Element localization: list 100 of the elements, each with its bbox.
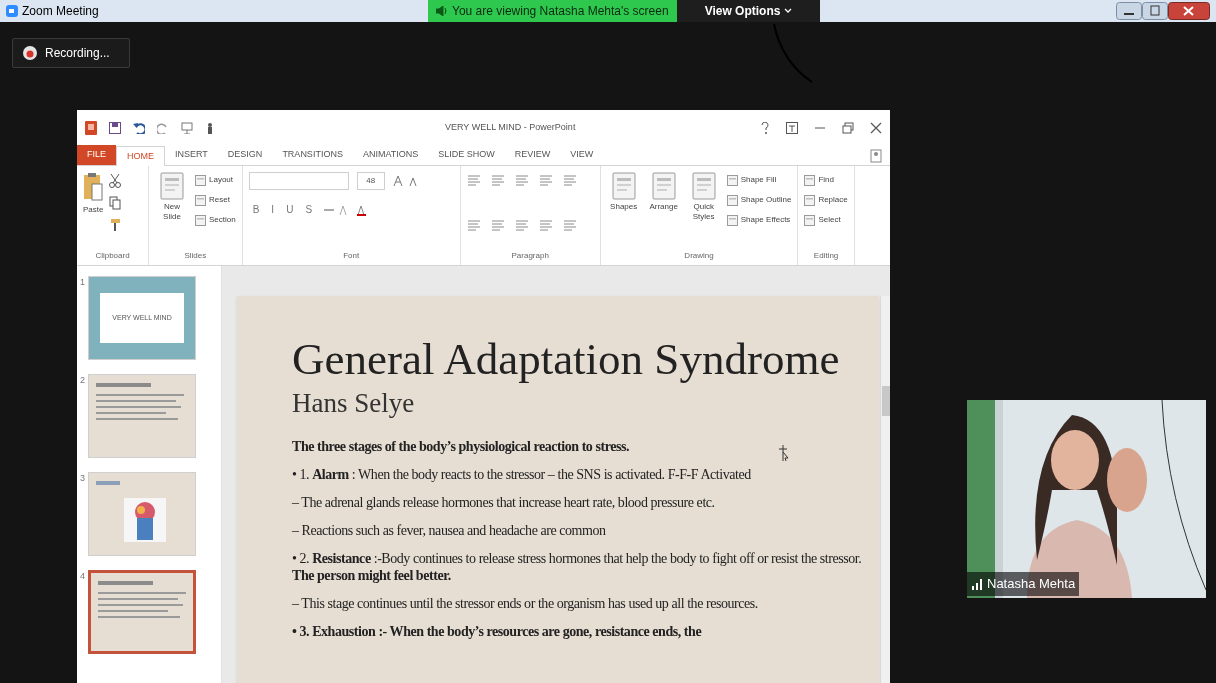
justify-icon[interactable] [538, 219, 553, 231]
ribbon-button[interactable]: Replace [804, 194, 848, 206]
minimize-icon[interactable] [1116, 2, 1142, 20]
format-button[interactable]: U [286, 202, 294, 217]
slide-number: 4 [80, 570, 85, 583]
ribbon-button[interactable]: Quick Styles [686, 172, 721, 250]
document-icon [159, 172, 185, 200]
slide-paragraph: • 2. Resistance :-Body continues to release stress hormones that help the body to fight off or resist the stressor. The person might feel better. [292, 550, 863, 584]
zoom-app-icon [6, 5, 18, 17]
ribbon-button[interactable]: Shape Effects [726, 214, 792, 226]
document-icon [804, 194, 816, 206]
slide-number: 1 [80, 276, 85, 289]
window-title: Zoom Meeting [22, 3, 99, 20]
line-spacing-icon[interactable] [562, 174, 577, 186]
ribbon-tab[interactable]: HOME [116, 146, 165, 166]
cursor-icon [777, 444, 789, 462]
document-icon [690, 172, 717, 200]
slide-paragraph: – The adrenal glands release hormones that increase heart rate, blood pressure etc. [292, 494, 715, 511]
paste-button[interactable]: Paste [83, 172, 104, 250]
ribbon-tab[interactable]: FILE [77, 145, 116, 165]
font-size-field[interactable]: 48 [356, 172, 385, 190]
save-icon[interactable] [109, 122, 121, 134]
document-icon [726, 174, 738, 186]
ribbon-button[interactable]: Layout [195, 174, 236, 186]
format-button[interactable]: I [271, 202, 275, 217]
ribbon-tab[interactable]: INSERT [165, 145, 218, 165]
ribbon-tab[interactable]: VIEW [560, 145, 604, 165]
close-icon[interactable] [870, 122, 882, 134]
ribbon-button[interactable]: Shapes [606, 172, 641, 250]
ribbon-button[interactable]: Select [804, 214, 848, 226]
group-label: Drawing [683, 250, 715, 262]
slide-subtitle: Hans Selye [292, 387, 416, 420]
ribbon-button[interactable]: Shape Outline [726, 194, 792, 206]
ribbon-button[interactable]: Section [195, 214, 236, 226]
document-icon [610, 172, 637, 200]
ribbon-tab[interactable]: REVIEW [504, 145, 561, 165]
numbering-icon[interactable] [490, 174, 505, 186]
banner-text: You are viewing Natasha Mehta's screen [452, 3, 669, 20]
document-icon [650, 172, 677, 200]
presenter-icon[interactable] [181, 122, 193, 134]
ribbon-options-icon[interactable] [786, 122, 798, 134]
group-label: Editing [812, 250, 840, 262]
slide-number: 2 [80, 374, 85, 387]
columns-icon[interactable] [562, 219, 577, 231]
increase-indent-icon[interactable] [538, 174, 553, 186]
close-icon[interactable] [1168, 2, 1210, 20]
ribbon-tab[interactable]: ANIMATIONS [352, 145, 429, 165]
document-icon [804, 214, 816, 226]
align-left-icon[interactable] [466, 219, 481, 231]
center-icon[interactable] [490, 219, 505, 231]
format-button[interactable]: B [252, 202, 260, 217]
powerpoint-icon [85, 121, 97, 135]
ribbon-button[interactable]: Find [804, 174, 848, 186]
slide-paragraph: – This stage continues until the stressor ends or the organism has used up all the resources. [292, 595, 758, 612]
format-button[interactable]: S [305, 202, 313, 217]
ribbon-button[interactable]: New Slide [155, 172, 189, 250]
group-label: Clipboard [94, 250, 131, 262]
record-icon [23, 46, 37, 60]
document-icon [195, 194, 206, 206]
ribbon-button[interactable]: Reset [195, 194, 236, 206]
document-icon [726, 194, 738, 206]
bullets-icon[interactable] [466, 174, 481, 186]
slide-paragraph: • 3. Exhaustion :- When the body’s resources are gone, resistance ends, the [292, 623, 702, 640]
group-label: Font [342, 250, 361, 262]
participant-name: Natasha Mehta [987, 575, 1076, 594]
document-title: VERY WELL MIND - PowerPoint [445, 121, 576, 135]
ribbon-tab[interactable]: SLIDE SHOW [428, 145, 505, 165]
group-label: Slides [183, 250, 208, 262]
slide-title: General Adaptation Syndrome [292, 334, 841, 384]
speaker-icon [436, 6, 448, 16]
slide-thumbnail[interactable] [88, 570, 196, 654]
restore-icon[interactable] [842, 122, 854, 134]
redo-icon[interactable] [157, 122, 169, 134]
document-icon [804, 174, 816, 186]
view-options-button[interactable]: View Options [676, 0, 821, 22]
group-label: Paragraph [510, 250, 550, 262]
scrollbar-thumb[interactable] [881, 386, 890, 416]
decrease-indent-icon[interactable] [514, 174, 529, 186]
cut-icon[interactable] [109, 174, 122, 188]
recording-button[interactable]: Recording... [12, 38, 130, 68]
ribbon-button[interactable]: Arrange [646, 172, 681, 250]
clipboard-icon [83, 172, 104, 202]
font-name-field[interactable] [248, 172, 349, 190]
ribbon-button[interactable]: Shape Fill [726, 174, 792, 186]
document-icon [726, 214, 738, 226]
help-icon[interactable] [760, 122, 770, 134]
account-icon[interactable] [870, 149, 882, 163]
slide-paragraph: • 1. Alarm : When the body reacts to the stressor – the SNS is activated. F-F-F Activated [292, 466, 751, 483]
undo-icon[interactable] [133, 122, 145, 134]
align-right-icon[interactable] [514, 219, 529, 231]
slide-paragraph: – Reactions such as fever, nausea and headache are common [292, 522, 606, 539]
signal-icon [971, 578, 983, 590]
paintbrush-icon[interactable] [109, 218, 122, 232]
ribbon-tab[interactable]: TRANSITIONS [272, 145, 353, 165]
caret-icon [784, 8, 793, 14]
document-icon [195, 174, 206, 186]
copy-icon[interactable] [109, 196, 122, 210]
ribbon-tab[interactable]: DESIGN [217, 145, 273, 165]
document-icon [195, 214, 206, 226]
slide-number: 3 [80, 472, 85, 485]
